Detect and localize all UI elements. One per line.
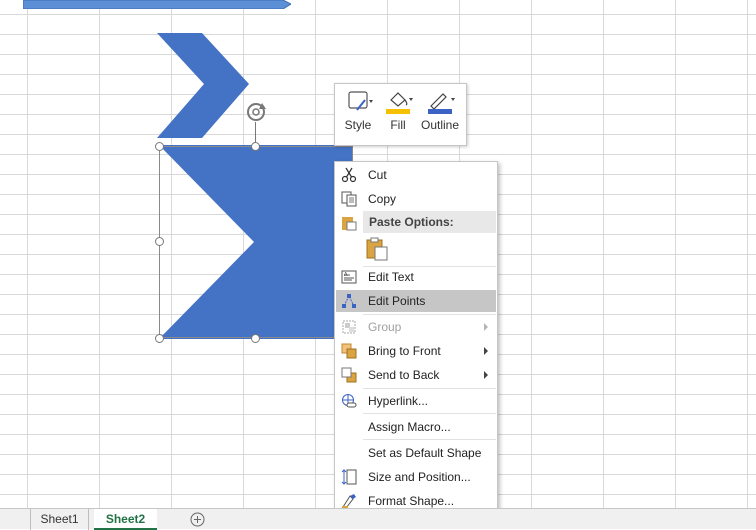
resize-handle-tl[interactable]: [155, 142, 164, 151]
submenu-arrow-icon: [484, 371, 488, 379]
edit-text-icon: A: [341, 270, 357, 284]
outline-label: Outline: [420, 118, 460, 132]
shape-outline-icon: [428, 93, 455, 114]
menu-separator: [363, 413, 496, 414]
style-button[interactable]: Style: [338, 90, 378, 140]
size-position-label: Size and Position...: [368, 470, 471, 484]
tab-sheet1[interactable]: Sheet1: [30, 509, 89, 530]
assign-macro-label: Assign Macro...: [368, 420, 451, 434]
send-to-back-label: Send to Back: [368, 368, 440, 382]
top-arrow-shape[interactable]: [23, 0, 291, 9]
group-icon: [342, 320, 356, 334]
menu-item-send-to-back[interactable]: Send to Back: [336, 364, 496, 386]
paste-options-label: Paste Options:: [369, 215, 454, 229]
menu-item-edit-text[interactable]: A Edit Text: [336, 266, 496, 288]
paste-clipboard-icon[interactable]: [366, 237, 388, 261]
edit-points-label: Edit Points: [368, 294, 426, 308]
fill-button[interactable]: Fill: [378, 90, 418, 140]
hyperlink-label: Hyperlink...: [368, 394, 429, 408]
edit-points-icon: [342, 294, 356, 308]
resize-handle-bl[interactable]: [155, 334, 164, 343]
mini-toolbar: Style Fill Outline: [334, 83, 467, 146]
menu-item-group[interactable]: Group: [336, 316, 496, 338]
send-to-back-icon: [341, 367, 357, 383]
sheet-tab-bar: Sheet1 Sheet2: [0, 508, 756, 530]
menu-separator: [363, 388, 496, 389]
shape-style-icon: [348, 91, 373, 111]
resize-handle-ml[interactable]: [155, 237, 164, 246]
menu-separator: [363, 314, 496, 315]
size-position-icon: [341, 469, 357, 485]
menu-item-copy[interactable]: Copy: [336, 188, 496, 210]
group-label: Group: [368, 320, 402, 334]
outline-button[interactable]: Outline: [420, 90, 460, 140]
resize-handle-tm[interactable]: [251, 142, 260, 151]
style-label: Style: [344, 118, 372, 132]
menu-item-size-and-position[interactable]: Size and Position...: [336, 466, 496, 488]
menu-item-bring-to-front[interactable]: Bring to Front: [336, 340, 496, 362]
copy-label: Copy: [368, 192, 397, 206]
menu-item-hyperlink[interactable]: Hyperlink...: [336, 390, 496, 412]
rotate-handle-icon[interactable]: [245, 101, 267, 123]
context-menu: Cut Copy Paste Options: A Edit Text Edit…: [334, 161, 498, 514]
menu-separator: [363, 439, 496, 440]
menu-item-set-default-shape[interactable]: Set as Default Shape: [336, 442, 496, 464]
copy-icon: [341, 191, 357, 207]
tab-sheet2[interactable]: Sheet2: [94, 509, 157, 530]
format-shape-icon: [342, 494, 356, 509]
menu-item-assign-macro[interactable]: Assign Macro...: [336, 416, 496, 438]
scissors-icon: [341, 167, 357, 183]
bring-to-front-icon: [341, 343, 357, 359]
submenu-arrow-icon: [484, 323, 488, 331]
paste-options-icon: [342, 217, 357, 231]
add-sheet-icon[interactable]: [190, 512, 205, 527]
paste-options-header: Paste Options:: [363, 211, 496, 233]
menu-item-edit-points[interactable]: Edit Points: [336, 290, 496, 312]
bring-to-front-label: Bring to Front: [368, 344, 441, 358]
cut-label: Cut: [368, 168, 387, 182]
format-shape-label: Format Shape...: [368, 494, 455, 508]
fill-label: Fill: [390, 118, 406, 132]
selection-box: [159, 146, 353, 338]
set-default-shape-label: Set as Default Shape: [368, 446, 482, 460]
resize-handle-bm[interactable]: [251, 334, 260, 343]
submenu-arrow-icon: [484, 347, 488, 355]
hyperlink-icon: [342, 394, 357, 408]
edit-text-label: Edit Text: [368, 270, 414, 284]
paint-bucket-icon: [386, 92, 413, 114]
chevron-shape[interactable]: [157, 33, 249, 138]
menu-item-cut[interactable]: Cut: [336, 164, 496, 186]
